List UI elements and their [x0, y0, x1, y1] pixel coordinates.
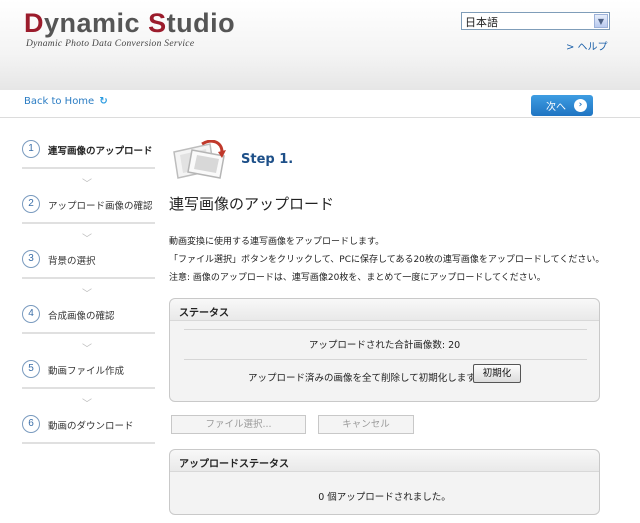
step-number-badge: 2: [22, 195, 40, 213]
instruction-line: 動画変換に使用する連写画像をアップロードします。: [169, 237, 385, 247]
next-button[interactable]: 次へ ›: [531, 95, 593, 116]
reset-button[interactable]: 初期化: [473, 364, 521, 383]
step-sidebar: 1 連写画像のアップロード ﹀ 2 アップロード画像の確認 ﹀ 3 背景の選択 …: [22, 138, 155, 468]
language-value: 日本語: [465, 16, 498, 29]
page-title: 連写画像のアップロード: [169, 195, 335, 213]
language-select[interactable]: 日本語 ▼: [461, 12, 610, 30]
step-divider: [22, 387, 155, 389]
chevron-down-icon: ﹀: [82, 344, 92, 355]
sidebar-step-1: 1 連写画像のアップロード ﹀: [22, 138, 155, 193]
arrow-right-icon: ›: [574, 99, 587, 112]
step-number-badge: 1: [22, 140, 40, 158]
step-divider: [22, 222, 155, 224]
step-divider: [22, 277, 155, 279]
divider: [184, 329, 587, 330]
step-label: 連写画像のアップロード: [48, 146, 153, 157]
chevron-down-icon: ﹀: [82, 399, 92, 410]
step-label: 動画ファイル作成: [48, 366, 125, 377]
back-home-link[interactable]: Back to Home ↻: [24, 96, 108, 107]
sidebar-step-2: 2 アップロード画像の確認 ﹀: [22, 193, 155, 248]
step-label: アップロード画像の確認: [48, 201, 153, 212]
step-divider: [22, 167, 155, 169]
instructions: 動画変換に使用する連写画像をアップロードします。 「ファイル選択」ボタンをクリッ…: [169, 233, 604, 287]
total-image-count: アップロードされた合計画像数: 20: [308, 340, 461, 351]
header: Dynamic Studio Dynamic Photo Data Conver…: [0, 0, 640, 90]
step-label: 合成画像の確認: [48, 311, 115, 322]
step-number-badge: 6: [22, 415, 40, 433]
status-panel: ステータス アップロードされた合計画像数: 20 アップロード済みの画像を全て削…: [169, 298, 600, 402]
status-panel-title: ステータス: [170, 299, 599, 321]
step-divider: [22, 442, 155, 444]
help-link[interactable]: > ヘルプ: [566, 38, 608, 53]
chevron-down-icon: ﹀: [82, 289, 92, 300]
chevron-down-icon[interactable]: ▼: [594, 14, 608, 28]
chevron-down-icon: ﹀: [82, 179, 92, 190]
step-number-badge: 3: [22, 250, 40, 268]
back-home-label: Back to Home: [24, 96, 95, 107]
chevron-down-icon: ﹀: [82, 234, 92, 245]
sidebar-step-4: 4 合成画像の確認 ﹀: [22, 303, 155, 358]
upload-status-title: アップロードステータス: [170, 450, 599, 472]
step-number-badge: 4: [22, 305, 40, 323]
file-select-button[interactable]: ファイル選択...: [171, 415, 306, 434]
step-label: 動画のダウンロード: [48, 421, 134, 432]
cancel-button[interactable]: キャンセル: [318, 415, 414, 434]
logo-tagline: Dynamic Photo Data Conversion Service: [26, 39, 195, 49]
refresh-icon: ↻: [99, 96, 108, 107]
sidebar-step-3: 3 背景の選択 ﹀: [22, 248, 155, 303]
divider: [184, 359, 587, 360]
step-title: Step 1.: [241, 152, 294, 167]
upload-status-panel: アップロードステータス 0 個アップロードされました。: [169, 449, 600, 515]
next-label: 次へ: [546, 102, 566, 113]
step-label: 背景の選択: [48, 256, 96, 267]
sidebar-step-6: 6 動画のダウンロード: [22, 413, 155, 468]
logo[interactable]: Dynamic Studio: [24, 8, 235, 39]
upload-photo-icon: [173, 140, 226, 179]
instruction-line: 「ファイル選択」ボタンをクリックして、PCに保存してある20枚の連写画像をアップ…: [169, 255, 605, 265]
sidebar-step-5: 5 動画ファイル作成 ﹀: [22, 358, 155, 413]
step-divider: [22, 332, 155, 334]
step-number-badge: 5: [22, 360, 40, 378]
reset-description: アップロード済みの画像を全て削除して初期化します。: [248, 373, 485, 384]
upload-status-message: 0 個アップロードされました。: [318, 492, 451, 503]
instruction-line: 注意: 画像のアップロードは、連写画像20枚を、まとめて一度にアップロードしてく…: [169, 273, 546, 283]
